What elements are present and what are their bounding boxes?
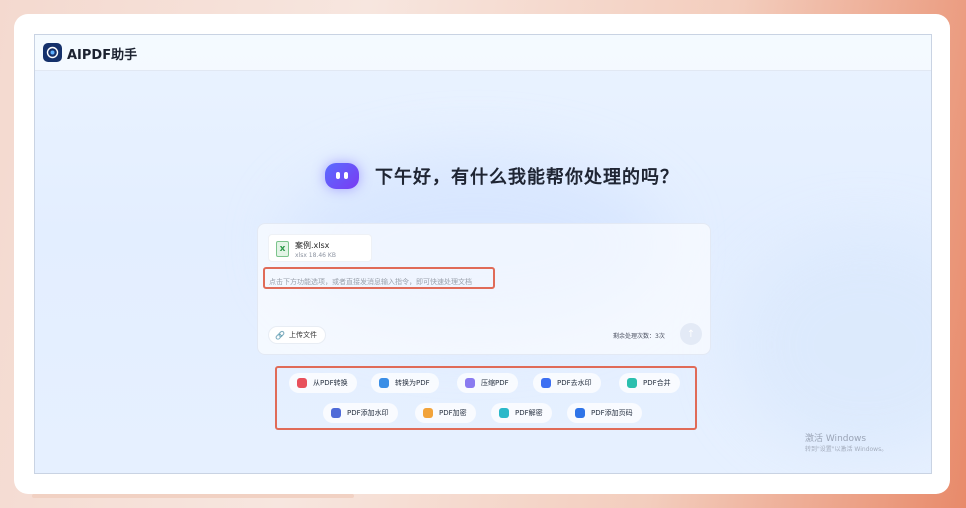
tool-remove-watermark[interactable]: PDF去水印: [533, 373, 601, 393]
tool-merge-pdf[interactable]: PDF合并: [619, 373, 680, 393]
file-name: 案例.xlsx: [295, 241, 330, 250]
tool-to-pdf[interactable]: 转换为PDF: [371, 373, 439, 393]
paperclip-icon: 🔗: [275, 330, 285, 340]
tool-decrypt-pdf[interactable]: PDF解密: [491, 403, 552, 423]
tool-add-watermark[interactable]: PDF添加水印: [323, 403, 398, 423]
upload-file-button[interactable]: 🔗 上传文件: [268, 326, 326, 344]
send-button[interactable]: ↑: [680, 323, 702, 345]
chat-input-card: x 案例.xlsx xlsx 18.46 KB 🔗 上传文件 剩余处理次数：3次…: [257, 223, 711, 355]
pdf-convert-from-icon: [297, 378, 307, 388]
windows-activation-title: 激活 Windows: [805, 434, 867, 444]
encrypt-icon: [423, 408, 433, 418]
tool-compress-pdf[interactable]: 压缩PDF: [457, 373, 518, 393]
merge-icon: [627, 378, 637, 388]
top-bar: AIPDF助手: [35, 35, 931, 71]
app-window: AIPDF助手 下午好，有什么我能帮你处理的吗？ x 案例.xlsx xlsx …: [34, 34, 932, 474]
app-logo-icon: [43, 43, 62, 62]
add-page-number-icon: [575, 408, 585, 418]
greeting: 下午好，有什么我能帮你处理的吗？: [325, 161, 685, 191]
arrow-up-icon: ↑: [686, 328, 696, 340]
tools-highlight: 从PDF转换 转换为PDF 压缩PDF PDF去水印 PDF合并 PDF添加水印…: [275, 366, 697, 430]
add-watermark-icon: [331, 408, 341, 418]
remove-watermark-icon: [541, 378, 551, 388]
remaining-count: 剩余处理次数：3次: [613, 333, 665, 340]
file-size: xlsx 18.46 KB: [295, 252, 336, 259]
app-title: AIPDF助手: [67, 48, 138, 63]
prompt-input[interactable]: [265, 273, 493, 291]
greeting-text: 下午好，有什么我能帮你处理的吗？: [375, 167, 679, 188]
attached-file-chip[interactable]: x 案例.xlsx xlsx 18.46 KB: [268, 234, 372, 262]
pdf-convert-to-icon: [379, 378, 389, 388]
decrypt-icon: [499, 408, 509, 418]
tool-from-pdf[interactable]: 从PDF转换: [289, 373, 357, 393]
background-glow: [735, 235, 931, 455]
compress-icon: [465, 378, 475, 388]
windows-activation-hint: 转到"设置"以激活 Windows。: [805, 446, 888, 453]
frame-shadow-bar: [32, 494, 354, 498]
tool-encrypt-pdf[interactable]: PDF加密: [415, 403, 476, 423]
prompt-input-highlight: [263, 267, 495, 291]
upload-file-label: 上传文件: [288, 331, 317, 339]
tool-add-page-number[interactable]: PDF添加页码: [567, 403, 642, 423]
assistant-bot-icon: [325, 163, 359, 189]
excel-file-icon: x: [276, 241, 289, 257]
